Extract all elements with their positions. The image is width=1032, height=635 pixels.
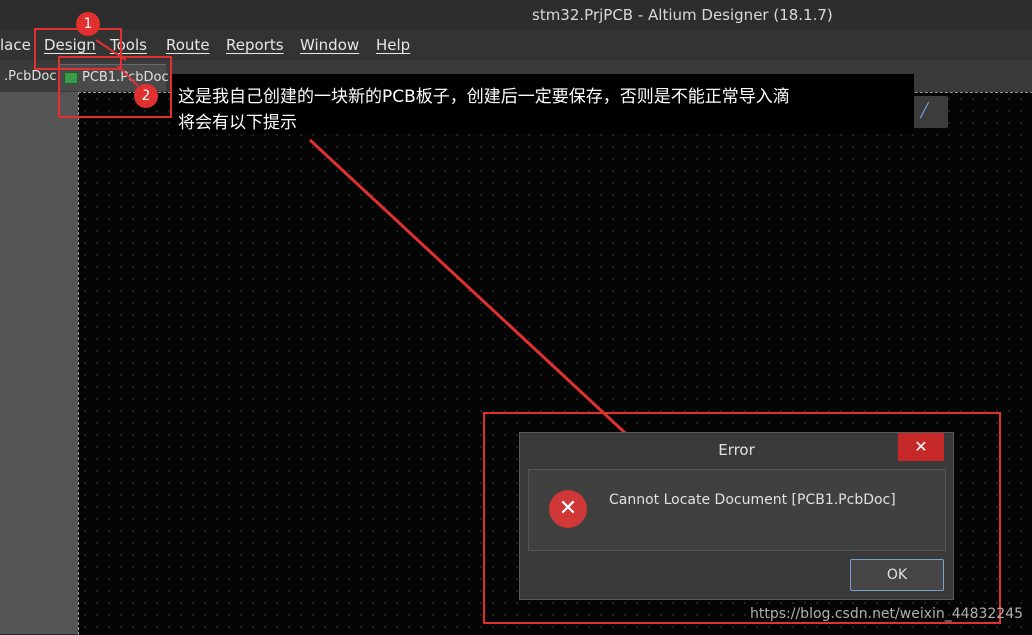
dialog-body: ✕ Cannot Locate Document [PCB1.PcbDoc] bbox=[528, 469, 946, 551]
watermark: https://blog.csdn.net/weixin_44832245 bbox=[750, 606, 1024, 622]
close-icon[interactable]: ✕ bbox=[898, 433, 944, 461]
ok-button[interactable]: OK bbox=[850, 559, 944, 591]
arrow-shaft bbox=[308, 138, 667, 472]
connector-line-1 bbox=[95, 39, 127, 61]
dialog-title: Error bbox=[718, 441, 755, 459]
connector-line-2 bbox=[117, 65, 147, 95]
error-message: Cannot Locate Document [PCB1.PcbDoc] bbox=[609, 492, 896, 508]
error-dialog: Error ✕ ✕ Cannot Locate Document [PCB1.P… bbox=[519, 432, 954, 600]
error-icon: ✕ bbox=[549, 490, 587, 528]
